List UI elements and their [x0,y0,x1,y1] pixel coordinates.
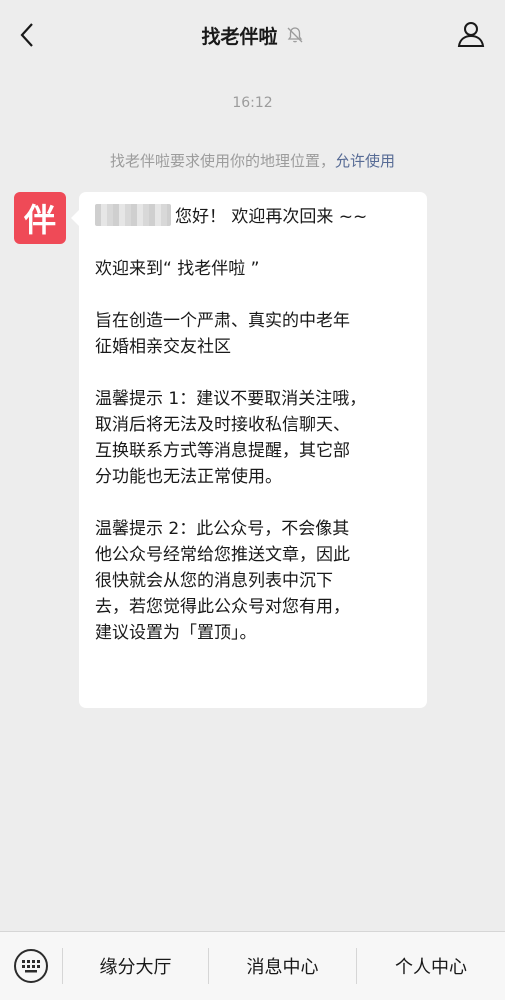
profile-button[interactable] [455,18,487,50]
tip1-line: 温馨提示 1：建议不要取消关注哦， [95,389,367,409]
intro-line: 征婚相亲交友社区 [95,337,231,357]
bell-muted-icon [286,26,304,44]
tip1-line: 互换联系方式等消息提醒，其它部 [95,441,350,461]
tip2-line: 去，若您觉得此公众号对您有用， [95,597,350,617]
welcome-text: 欢迎来到“ 找老伴啦 ” [95,259,260,279]
location-permission-notice: 找老伴啦要求使用你的地理位置，允许使用 [0,150,505,171]
top-bar: 找老伴啦 [0,0,505,70]
keyboard-icon [22,960,40,973]
message-timestamp: 16:12 [232,95,273,111]
allow-location-link[interactable]: 允许使用 [335,152,395,170]
avatar-char: 伴 [23,201,56,239]
blurred-username [95,204,171,226]
tip2-line: 建议设置为「置顶」。 [95,623,257,643]
tip2-line: 他公众号经常给您推送文章，因此 [95,545,350,565]
menu-item-personal-center[interactable]: 个人中心 [357,932,505,1000]
intro-line: 旨在创造一个严肃、真实的中老年 [95,311,350,331]
location-notice-text: 找老伴啦要求使用你的地理位置， [109,152,335,170]
tip2-paragraph: 温馨提示 2：此公众号，不会像其 他公众号经常给您推送文章，因此 很快就会从您的… [95,516,413,646]
menu-item-message-center[interactable]: 消息中心 [209,932,356,1000]
keyboard-toggle-button[interactable] [14,949,48,983]
person-icon [457,22,485,47]
menu-item-fate-hall[interactable]: 缘分大厅 [63,932,208,1000]
tip2-line: 很快就会从您的消息列表中沉下 [95,571,333,591]
tip1-line: 取消后将无法及时接收私信聊天、 [95,415,350,435]
title-area: 找老伴啦 [0,18,505,52]
tip1-line: 分功能也无法正常使用。 [95,467,282,487]
bottom-menu-bar: 缘分大厅 消息中心 个人中心 [0,931,505,1000]
greeting-paragraph: 您好！ 欢迎再次回来 ~~ [95,204,413,230]
welcome-paragraph: 欢迎来到“ 找老伴啦 ” [95,256,413,282]
page-title: 找老伴啦 [201,25,278,48]
avatar[interactable]: 伴 [14,192,66,244]
intro-paragraph: 旨在创造一个严肃、真实的中老年 征婚相亲交友社区 [95,308,413,360]
message-bubble: 您好！ 欢迎再次回来 ~~ 欢迎来到“ 找老伴啦 ” 旨在创造一个严肃、真实的中… [71,192,427,708]
greeting-text: 您好！ 欢迎再次回来 ~~ [175,207,368,227]
tip1-paragraph: 温馨提示 1：建议不要取消关注哦， 取消后将无法及时接收私信聊天、 互换联系方式… [95,386,413,490]
tip2-line: 温馨提示 2：此公众号，不会像其 [95,519,350,539]
